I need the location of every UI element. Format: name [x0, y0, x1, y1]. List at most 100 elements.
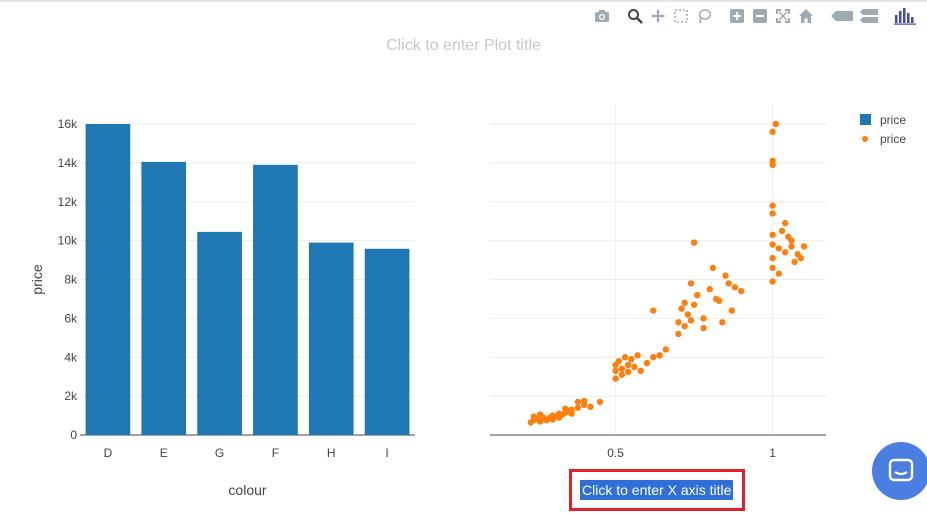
x-tick-label: H — [327, 446, 336, 460]
scatter-point — [537, 411, 544, 418]
scatter-point — [631, 363, 638, 371]
legend: price price — [850, 110, 906, 148]
scatter-point — [650, 354, 657, 361]
scatter-point — [684, 311, 692, 318]
y-tick-label: 6k — [64, 311, 78, 325]
scatter-point — [716, 297, 723, 305]
scatter-point — [562, 405, 569, 412]
x-axis-title: colour — [228, 482, 266, 498]
chart-area: 0 2k 4k 6k 8k 10k 12k 14k 16k D E G F H Icolour price 0… — [29, 104, 826, 498]
x-tick-label: D — [104, 446, 113, 460]
scatter-point — [725, 280, 732, 287]
scatter-point — [615, 357, 622, 365]
scatter-point — [618, 365, 626, 373]
scatter-point — [555, 414, 563, 421]
scatter-point — [769, 241, 776, 248]
scatter-point — [675, 319, 682, 326]
y-tick-label: 10k — [58, 234, 78, 248]
y-tick-label: 4k — [64, 350, 78, 364]
legend-bar-swatch — [859, 114, 871, 125]
scatter-point — [628, 355, 635, 363]
scatter-point — [581, 397, 588, 405]
scatter-point — [530, 413, 538, 420]
scatter-point — [596, 398, 604, 406]
scatter-point — [800, 243, 808, 250]
scatter-point — [643, 359, 651, 367]
bar-subplot: 0 2k 4k 6k 8k 10k 12k 14k 16k D E G F H Icolour price — [29, 117, 415, 498]
scatter-point — [775, 245, 783, 252]
bar — [253, 164, 298, 435]
scatter-point — [709, 264, 717, 272]
chat-icon — [888, 458, 914, 482]
scatter-point — [728, 307, 735, 314]
scatter-point — [690, 301, 698, 308]
legend-label: price — [880, 112, 907, 127]
scatter-point — [722, 272, 729, 279]
scatter-point — [781, 219, 789, 227]
x-tick-label: 0.5 — [607, 446, 624, 460]
y-axis-title: price — [29, 264, 45, 295]
scatter-point — [634, 352, 641, 359]
scatter-point — [624, 361, 632, 369]
y-tick-label: 16k — [58, 117, 78, 131]
scatter-point — [769, 210, 776, 217]
scatter-point — [788, 243, 795, 250]
chat-launcher-button[interactable] — [872, 442, 927, 500]
scatter-point — [687, 280, 695, 287]
scatter-point — [788, 237, 795, 244]
scatter-point — [791, 258, 798, 266]
scatter-point — [687, 317, 695, 324]
scatter-point — [775, 270, 783, 277]
scatter-point — [650, 307, 657, 314]
bar — [308, 242, 354, 435]
x-tick-label: F — [272, 446, 279, 460]
scatter-point — [781, 249, 789, 256]
scatter-point — [769, 128, 776, 135]
scatter-point — [624, 368, 632, 376]
scatter-point — [769, 157, 776, 165]
legend-item-bar[interactable]: price — [850, 110, 906, 129]
scatter-point — [621, 354, 629, 361]
scatter-point — [618, 371, 626, 378]
x-tick-label: I — [385, 446, 388, 460]
scatter-point — [681, 322, 688, 330]
legend-label: price — [880, 131, 907, 146]
scatter-point — [706, 286, 714, 293]
y-tick-label: 14k — [58, 156, 78, 170]
scatter-point — [769, 231, 776, 238]
scatter-point — [574, 404, 582, 411]
scatter-point — [769, 254, 776, 262]
x-tick-label: 1 — [769, 446, 776, 460]
bar — [141, 161, 187, 435]
scatter-subplot: 0.5 1 — [490, 104, 826, 460]
scatter-point — [738, 287, 745, 295]
y-tick-label: 2k — [64, 389, 78, 403]
scatter-point — [637, 367, 644, 375]
x-axis-title-editable[interactable]: Click to enter X axis title — [580, 480, 734, 500]
scatter-point — [778, 227, 786, 235]
x-tick-label: E — [160, 446, 168, 460]
scatter-point — [568, 410, 575, 417]
scatter-point — [797, 254, 805, 262]
y-tick-label: 8k — [64, 273, 78, 287]
bar — [197, 231, 242, 435]
scatter-point — [681, 299, 688, 307]
scatter-point — [772, 120, 779, 128]
scatter-point — [694, 291, 701, 299]
scatter-point — [662, 346, 670, 353]
y-tick-label: 12k — [58, 195, 78, 209]
x-tick-label: G — [215, 446, 224, 460]
scatter-point — [549, 416, 557, 423]
scatter-point — [678, 305, 685, 312]
legend-item-scatter[interactable]: price — [850, 129, 906, 148]
scatter-point — [587, 403, 594, 411]
scatter-point — [769, 202, 776, 209]
scatter-point — [769, 264, 776, 272]
scatter-point — [731, 284, 739, 291]
bar — [85, 124, 131, 435]
scatter-point — [769, 278, 776, 285]
scatter-point — [675, 330, 682, 338]
scatter-point — [700, 324, 707, 332]
scatter-point — [612, 375, 619, 382]
scatter-point — [719, 319, 726, 326]
